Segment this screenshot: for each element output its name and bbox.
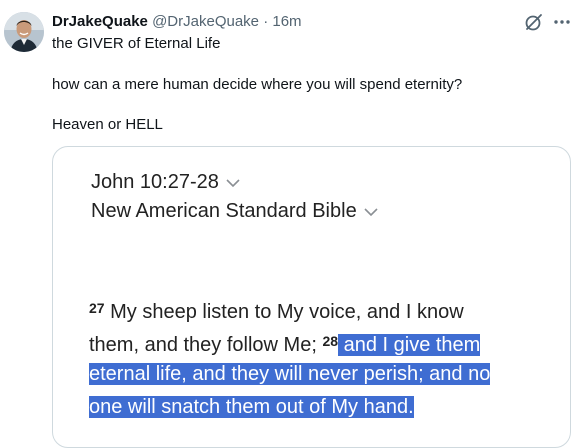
verse-line: 27 My sheep listen to My voice, and I kn… [89, 292, 464, 329]
tweet-text-choice: Heaven or HELL [52, 116, 163, 133]
chevron-down-icon [226, 179, 240, 187]
passage-label: John 10:27-28 [91, 171, 219, 193]
author-handle[interactable]: @DrJakeQuake [152, 13, 259, 30]
verse-text: them, and they follow Me; [89, 334, 323, 356]
author-name[interactable]: DrJakeQuake [52, 13, 148, 30]
highlighted-text: and I give them [338, 334, 481, 356]
verse-line: one will snatch them out of My hand. [89, 391, 414, 424]
tweet-text-title: the GIVER of Eternal Life [52, 35, 221, 52]
scripture-passage: John 10:27-28 [91, 169, 241, 195]
verse-number: 28 [322, 333, 339, 349]
separator-dot: · [263, 13, 269, 30]
grok-icon[interactable] [524, 12, 544, 32]
verse-text: My sheep listen to My voice, and I know [104, 301, 464, 323]
chevron-down-icon [364, 208, 378, 216]
highlighted-text: one will snatch them out of My hand. [89, 396, 414, 418]
attached-image[interactable]: John 10:27-28 New American Standard Bibl… [52, 146, 571, 448]
verse-number: 27 [89, 300, 105, 316]
bible-version: New American Standard Bible [91, 198, 379, 224]
timestamp[interactable]: 16m [272, 13, 301, 30]
verse-line: them, and they follow Me; 28 and I give … [89, 325, 481, 362]
tweet-header: DrJakeQuake @DrJakeQuake · 16m [52, 12, 302, 32]
avatar[interactable] [4, 12, 44, 52]
avatar-photo-icon [4, 12, 44, 52]
highlighted-text: eternal life, and they will never perish… [89, 363, 491, 385]
verse-line: eternal life, and they will never perish… [89, 358, 491, 391]
more-horizontal-icon[interactable] [552, 12, 572, 32]
version-label: New American Standard Bible [91, 200, 357, 222]
tweet-text-question: how can a mere human decide where you wi… [52, 76, 463, 93]
tweet: DrJakeQuake @DrJakeQuake · 16m the GIVER… [0, 0, 580, 448]
